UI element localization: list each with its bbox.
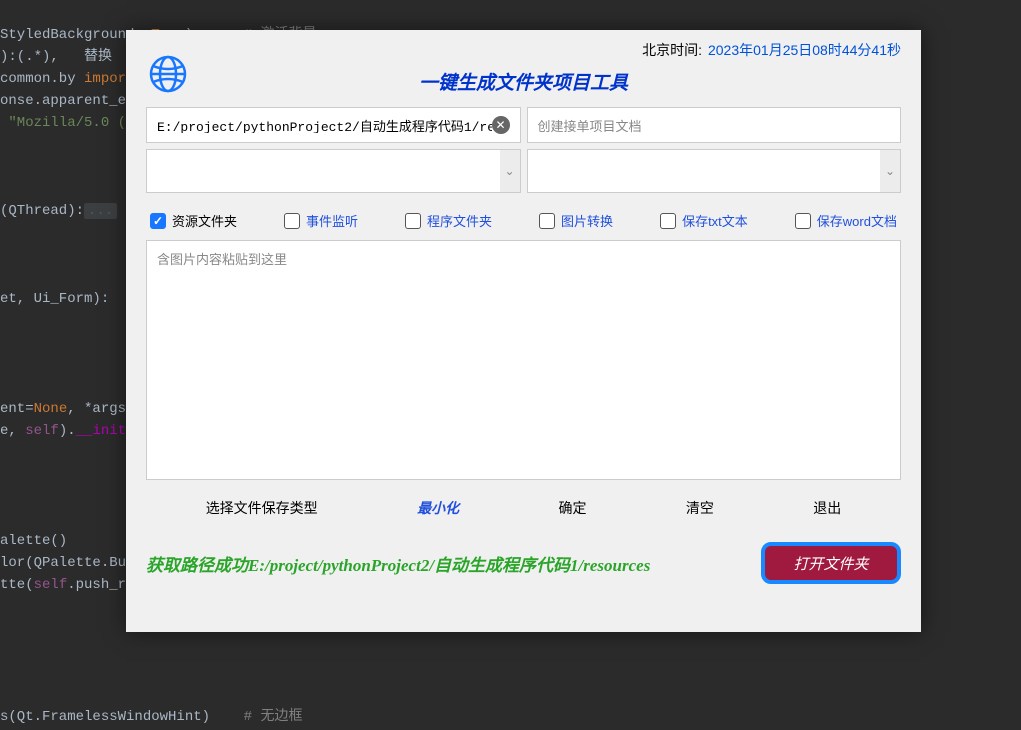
time-label: 北京时间: [642,40,702,60]
checkbox-icon[interactable] [539,213,555,229]
globe-icon [148,54,188,94]
time-value: 2023年01月25日08时44分41秒 [708,40,901,60]
exit-button[interactable]: 退出 [813,498,841,518]
header-time: 北京时间: 2023年01月25日08时44分41秒 [126,30,921,60]
open-folder-button[interactable]: 打开文件夹 [761,542,901,584]
path-input-wrapper[interactable]: ✕ [146,107,521,143]
save-type-button[interactable]: 选择文件保存类型 [206,498,318,518]
app-title: 一键生成文件夹项目工具 [419,68,628,95]
left-dropdown[interactable]: ⌄ [146,149,521,193]
doc-placeholder: 创建接单项目文档 [538,116,642,135]
checkbox-image-convert[interactable]: 图片转换 [539,211,613,230]
checkbox-save-txt[interactable]: 保存txt文本 [660,211,748,230]
checkbox-save-word[interactable]: 保存word文档 [795,211,897,230]
app-window: 北京时间: 2023年01月25日08时44分41秒 一键生成文件夹项目工具 ✕… [126,30,921,632]
content-textarea[interactable]: 含图片内容粘贴到这里 [146,240,901,480]
checkbox-icon[interactable] [284,213,300,229]
checkbox-resource-folder[interactable]: 资源文件夹 [150,211,237,230]
checkbox-icon[interactable] [150,213,166,229]
chevron-down-icon[interactable]: ⌄ [880,150,900,192]
clear-path-icon[interactable]: ✕ [492,116,510,134]
status-message: 获取路径成功E:/project/pythonProject2/自动生成程序代码… [146,551,650,576]
checkbox-icon[interactable] [660,213,676,229]
path-input[interactable] [157,118,492,133]
checkbox-icon[interactable] [405,213,421,229]
ok-button[interactable]: 确定 [558,498,586,518]
doc-input-wrapper[interactable]: 创建接单项目文档 [527,107,902,143]
textarea-placeholder: 含图片内容粘贴到这里 [157,252,287,267]
clear-button[interactable]: 清空 [686,498,714,518]
checkbox-program-folder[interactable]: 程序文件夹 [405,211,492,230]
minimize-button[interactable]: 最小化 [417,498,459,518]
right-dropdown[interactable]: ⌄ [527,149,902,193]
checkbox-event-listen[interactable]: 事件监听 [284,211,358,230]
checkbox-icon[interactable] [795,213,811,229]
chevron-down-icon[interactable]: ⌄ [500,150,520,192]
